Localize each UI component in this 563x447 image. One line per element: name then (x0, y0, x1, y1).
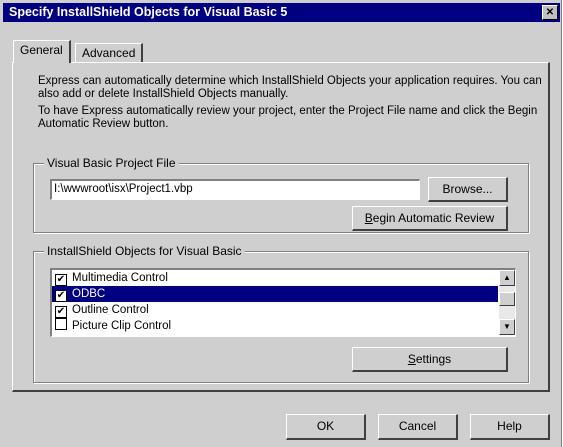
ok-button-label: OK (316, 419, 335, 433)
list-scrollbar[interactable]: ▲ ▼ (499, 270, 515, 335)
check-icon: ✔ (56, 290, 66, 301)
dialog-window: Specify InstallShield Objects for Visual… (0, 0, 562, 447)
scroll-down-button[interactable]: ▼ (499, 319, 515, 335)
list-item-label: Outline Control (72, 304, 149, 316)
general-tab-panel: Express can automatically determine whic… (12, 62, 550, 392)
project-file-group: Visual Basic Project File I:\wwwroot\isx… (33, 156, 529, 233)
cancel-button[interactable]: Cancel (378, 414, 458, 440)
scroll-up-button[interactable]: ▲ (499, 270, 515, 286)
project-file-group-label: Visual Basic Project File (44, 156, 179, 170)
list-item-label: ODBC (72, 288, 106, 300)
settings-mnemonic: S (407, 352, 416, 366)
list-item-label: Picture Clip Control (72, 320, 172, 332)
objects-listbox[interactable]: ✔ Multimedia Control ✔ ODBC ✔ Outline Contr… (50, 268, 516, 337)
help-button[interactable]: Help (470, 414, 550, 440)
checkbox-picture-clip-control[interactable] (55, 318, 67, 330)
list-item-label: Multimedia Control (72, 272, 168, 284)
help-button-label: Help (497, 419, 522, 433)
arrow-down-icon: ▼ (503, 322, 511, 331)
review-mnemonic: B (364, 211, 373, 225)
tab-general-label: General (20, 43, 63, 57)
close-button[interactable]: ✕ (542, 5, 558, 20)
installshield-objects-group-label: InstallShield Objects for Visual Basic (44, 244, 245, 258)
check-icon: ✔ (56, 306, 66, 317)
settings-button-label: ettings (415, 352, 452, 366)
title-bar[interactable]: Specify InstallShield Objects for Visual… (3, 3, 560, 22)
browse-button[interactable]: Browse... (428, 177, 508, 202)
tab-advanced-label: Advanced (82, 46, 136, 60)
arrow-up-icon: ▲ (503, 273, 511, 282)
checkbox-multimedia-control[interactable]: ✔ (55, 274, 67, 286)
close-icon: ✕ (545, 7, 555, 18)
project-file-input[interactable]: I:\wwwroot\isx\Project1.vbp (50, 179, 420, 200)
cancel-button-label: Cancel (398, 419, 437, 433)
list-item-outline-control[interactable]: ✔ Outline Control (52, 302, 498, 318)
settings-button[interactable]: Settings (352, 347, 508, 372)
browse-button-label: Browse... (442, 182, 493, 196)
list-item-multimedia-control[interactable]: ✔ Multimedia Control (52, 270, 498, 286)
scroll-thumb[interactable] (499, 292, 515, 306)
installshield-objects-group: InstallShield Objects for Visual Basic ✔… (33, 244, 529, 383)
checkbox-outline-control[interactable]: ✔ (55, 306, 67, 318)
review-button-label: egin Automatic Review (372, 211, 495, 225)
list-item-picture-clip-control[interactable]: Picture Clip Control (52, 318, 498, 334)
check-icon: ✔ (56, 274, 66, 285)
window-title: Specify InstallShield Objects for Visual… (9, 5, 288, 19)
ok-button[interactable]: OK (286, 414, 366, 440)
intro-text: Express can automatically determine whic… (38, 75, 542, 100)
checkbox-odbc[interactable]: ✔ (55, 290, 67, 302)
tab-general[interactable]: General (13, 40, 71, 63)
begin-automatic-review-button[interactable]: Begin Automatic Review (352, 206, 508, 231)
tab-advanced[interactable]: Advanced (75, 43, 144, 63)
instructions-text: To have Express automatically review you… (38, 105, 538, 130)
list-item-odbc[interactable]: ✔ ODBC (52, 286, 498, 302)
